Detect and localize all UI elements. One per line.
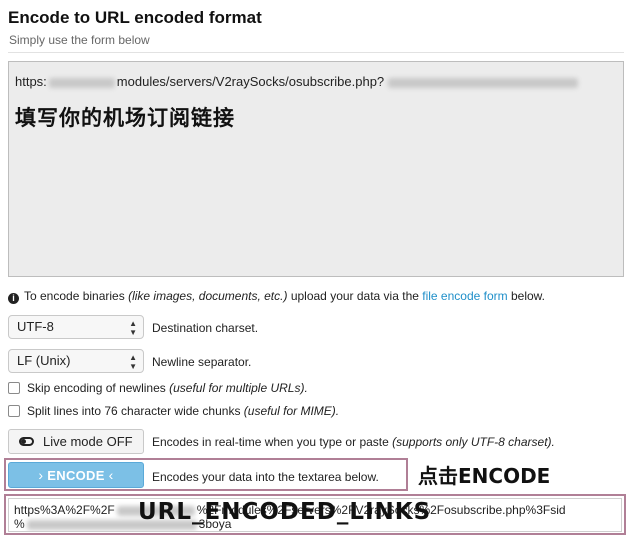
info-icon: i: [8, 293, 19, 304]
skip-newlines-checkbox[interactable]: [8, 382, 20, 394]
chevron-left-icon: ‹: [108, 467, 114, 483]
newline-select[interactable]: LF (Unix) ▲ ▼: [8, 349, 144, 373]
redacted-token: [388, 77, 579, 88]
annotation-click-encode: 点击ENCODE: [418, 464, 551, 488]
encode-button[interactable]: › ENCODE ‹: [8, 462, 144, 488]
annotation-fill-subscription: 填写你的机场订阅链接: [15, 106, 235, 130]
annotation-encoded-links: URL_ENCODED_LINKS: [138, 499, 432, 525]
chevron-right-icon: ›: [38, 467, 44, 483]
charset-label: Destination charset.: [152, 321, 259, 335]
split-lines-checkbox[interactable]: [8, 405, 20, 417]
header-divider: [8, 52, 624, 53]
input-textarea[interactable]: https: modules/servers/V2raySocks/osubscr…: [8, 61, 624, 277]
file-encode-link[interactable]: file encode form: [422, 289, 507, 303]
page-subtitle: Simply use the form below: [9, 33, 150, 47]
info-line: i To encode binaries (like images, docume…: [8, 289, 545, 304]
redacted-host: [48, 77, 115, 88]
page-title: Encode to URL encoded format: [8, 8, 262, 27]
live-mode-button[interactable]: Live mode OFF: [8, 429, 144, 454]
input-text: https: modules/servers/V2raySocks/osubscr…: [15, 74, 579, 89]
select-arrows-icon: ▲ ▼: [129, 353, 137, 371]
charset-value: UTF-8: [17, 319, 54, 334]
select-arrows-icon: ▲ ▼: [129, 319, 137, 337]
charset-select[interactable]: UTF-8 ▲ ▼: [8, 315, 144, 339]
split-lines-option[interactable]: Split lines into 76 character wide chunk…: [8, 404, 339, 418]
newline-label: Newline separator.: [152, 355, 252, 369]
encode-description: Encodes your data into the textarea belo…: [152, 470, 379, 484]
toggle-icon: [19, 437, 34, 446]
newline-value: LF (Unix): [17, 353, 71, 368]
skip-newlines-option[interactable]: Skip encoding of newlines (useful for mu…: [8, 381, 308, 395]
live-mode-description: Encodes in real-time when you type or pa…: [152, 435, 555, 449]
